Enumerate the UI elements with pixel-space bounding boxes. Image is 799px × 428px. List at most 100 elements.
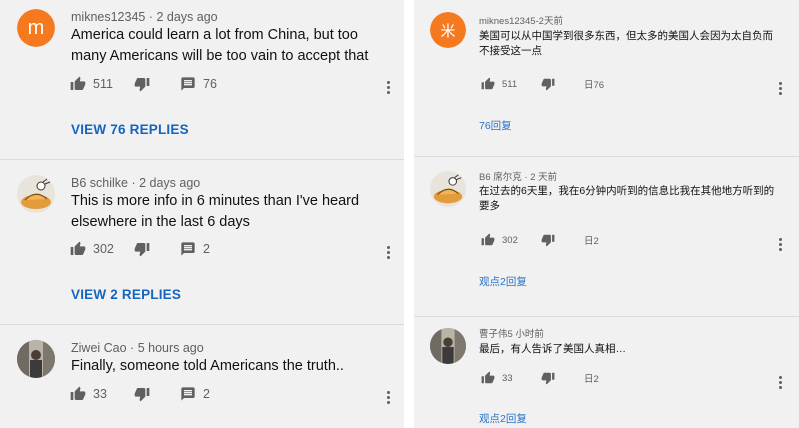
reply-button[interactable]: 日2 — [584, 233, 599, 247]
thumbs-up-icon — [481, 77, 495, 91]
comment-time: 5 hours ago — [137, 341, 204, 355]
dislike-button[interactable] — [134, 241, 150, 257]
comment-meta: miknes12345 · 2 days ago — [71, 10, 218, 24]
comment-meta: miknes12345-2天前 — [479, 16, 563, 27]
like-button[interactable]: 33 — [481, 371, 513, 385]
reply-button[interactable]: 2 — [180, 241, 210, 257]
like-button[interactable]: 511 — [481, 77, 517, 91]
comment-author[interactable]: B6 schilke — [71, 176, 128, 190]
comment-item: 曹子伟5 小时前 最后，有人告诉了美国人真相… 33 日2 观点2回复 — [414, 317, 799, 428]
like-count: 33 — [502, 372, 513, 384]
comments-panel-chinese: 米 miknes12345-2天前 美国可以从中国学到很多东西，但太多的美国人会… — [414, 0, 799, 428]
view-replies-link[interactable]: 76回复 — [479, 118, 512, 133]
view-replies-link[interactable]: 观点2回复 — [479, 274, 527, 289]
like-count: 511 — [502, 78, 518, 90]
avatar[interactable] — [430, 328, 466, 364]
reply-button[interactable]: 日2 — [584, 371, 599, 385]
like-count: 302 — [502, 234, 518, 246]
comment-text: 在过去的6天里，我在6分钟内听到的信息比我在其他地方听到的要多 — [479, 185, 775, 212]
avatar[interactable]: 米 — [430, 12, 466, 48]
dislike-button[interactable] — [134, 386, 150, 402]
thumbs-up-icon — [70, 386, 86, 402]
comment-item: Ziwei Cao · 5 hours ago Finally, someone… — [0, 325, 404, 428]
avatar[interactable] — [17, 175, 55, 213]
avatar[interactable]: m — [17, 9, 55, 47]
reply-button[interactable]: 日76 — [584, 77, 604, 91]
comment-item: 米 miknes12345-2天前 美国可以从中国学到很多东西，但太多的美国人会… — [414, 0, 799, 157]
avatar-glyph-circle: 米 — [430, 12, 466, 48]
more-options-icon[interactable] — [777, 238, 783, 253]
comment-icon — [180, 76, 196, 92]
comment-actions: 302 日2 — [414, 233, 799, 257]
avatar-cartoon-image — [21, 178, 51, 209]
reply-count: 2 — [203, 387, 210, 401]
thumbs-down-icon — [541, 233, 555, 247]
reply-count: 日76 — [584, 80, 605, 91]
comment-meta: Ziwei Cao · 5 hours ago — [71, 341, 204, 355]
thumbs-down-icon — [134, 241, 150, 257]
reply-count: 日2 — [584, 236, 599, 247]
thumbs-up-icon — [70, 76, 86, 92]
reply-count: 76 — [203, 77, 217, 91]
comment-text: This is more info in 6 minutes than I've… — [71, 193, 360, 230]
like-count: 33 — [93, 387, 107, 401]
comment-text: America could learn a lot from China, bu… — [71, 27, 369, 64]
comment-meta: B6 席尔克 · 2 天前 — [479, 172, 558, 183]
avatar-photo-image — [17, 340, 55, 378]
comment-item: B6 schilke · 2 days ago This is more inf… — [0, 160, 404, 324]
avatar[interactable] — [430, 171, 466, 207]
avatar-photo-image — [430, 328, 466, 364]
dislike-button[interactable] — [541, 77, 555, 91]
avatar-cartoon-image — [433, 174, 463, 204]
like-count: 511 — [93, 77, 113, 91]
more-options-icon[interactable] — [777, 376, 783, 391]
comment-actions: 511 日76 — [414, 77, 799, 101]
comment-author[interactable]: miknes12345 — [71, 10, 145, 24]
comment-time: 2 days ago — [156, 10, 218, 24]
more-options-icon[interactable] — [385, 391, 391, 406]
comment-icon — [180, 241, 196, 257]
comment-icon — [180, 386, 196, 402]
like-count: 302 — [93, 242, 114, 256]
like-button[interactable]: 302 — [481, 233, 518, 247]
dislike-button[interactable] — [541, 371, 555, 385]
reply-button[interactable]: 76 — [180, 76, 217, 92]
like-button[interactable]: 33 — [70, 386, 107, 402]
reply-button[interactable]: 2 — [180, 386, 210, 402]
thumbs-up-icon — [481, 371, 495, 385]
thumbs-up-icon — [70, 241, 86, 257]
comments-panel-english: m miknes12345 · 2 days ago America could… — [0, 0, 404, 428]
more-options-icon[interactable] — [385, 81, 391, 96]
thumbs-down-icon — [541, 77, 555, 91]
dislike-button[interactable] — [134, 76, 150, 92]
comment-text: Finally, someone told Americans the trut… — [71, 358, 344, 374]
comment-actions: 33 日2 — [414, 371, 799, 395]
avatar-letter-circle: m — [17, 9, 55, 47]
reply-count: 2 — [203, 242, 210, 256]
dislike-button[interactable] — [541, 233, 555, 247]
avatar[interactable] — [17, 340, 55, 378]
more-options-icon[interactable] — [777, 82, 783, 97]
thumbs-down-icon — [134, 386, 150, 402]
comment-text: 美国可以从中国学到很多东西，但太多的美国人会因为太自负而不接受这一点 — [479, 30, 773, 57]
thumbs-down-icon — [541, 371, 555, 385]
comment-actions: 511 76 — [0, 76, 404, 100]
comment-actions: 33 2 — [0, 386, 404, 410]
like-button[interactable]: 302 — [70, 241, 114, 257]
thumbs-up-icon — [481, 233, 495, 247]
comment-item: B6 席尔克 · 2 天前 在过去的6天里，我在6分钟内听到的信息比我在其他地方… — [414, 157, 799, 317]
comment-author[interactable]: Ziwei Cao — [71, 341, 127, 355]
like-button[interactable]: 511 — [70, 76, 113, 92]
more-options-icon[interactable] — [385, 246, 391, 261]
reply-count: 日2 — [584, 374, 599, 385]
view-replies-link[interactable]: VIEW 76 REPLIES — [71, 122, 189, 137]
comment-actions: 302 2 — [0, 241, 404, 265]
comment-item: m miknes12345 · 2 days ago America could… — [0, 0, 404, 160]
comment-meta: 曹子伟5 小时前 — [479, 329, 544, 340]
thumbs-down-icon — [134, 76, 150, 92]
comment-meta: B6 schilke · 2 days ago — [71, 176, 201, 190]
comment-time: 2 days ago — [139, 176, 201, 190]
view-replies-link[interactable]: 观点2回复 — [479, 411, 527, 426]
comment-text: 最后，有人告诉了美国人真相… — [479, 343, 626, 355]
view-replies-link[interactable]: VIEW 2 REPLIES — [71, 287, 181, 302]
